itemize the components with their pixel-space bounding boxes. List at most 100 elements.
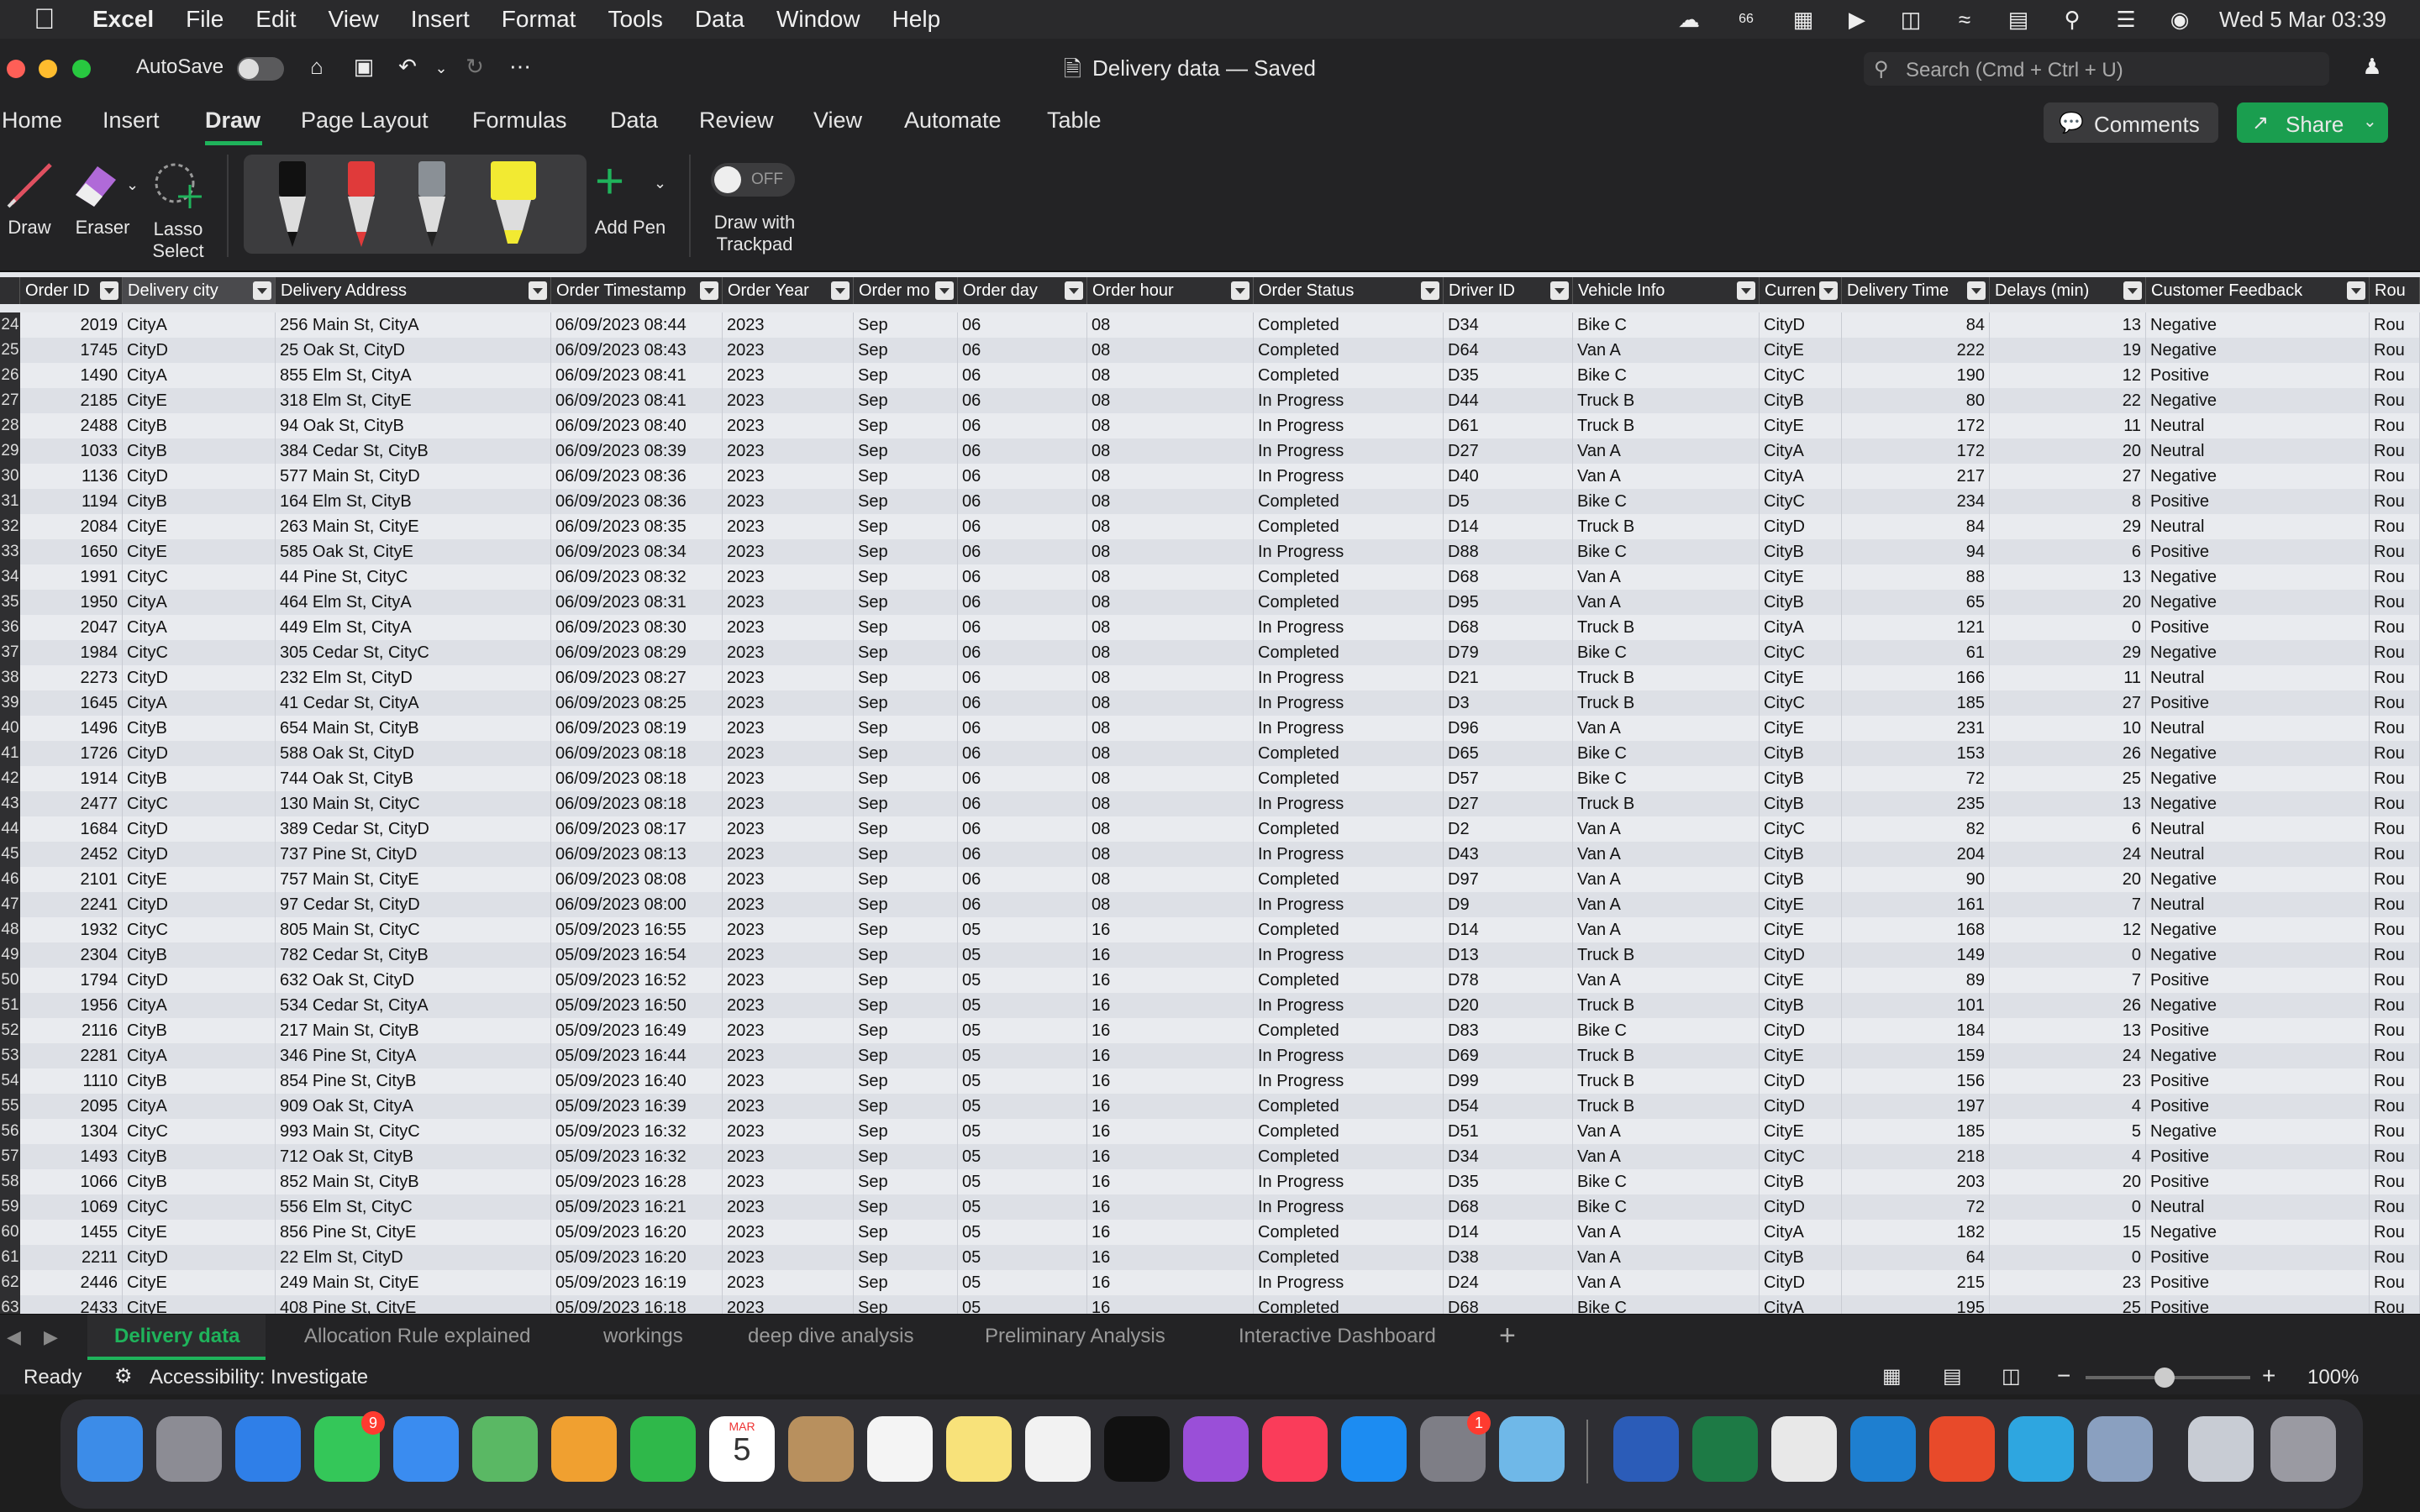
cell-delivery-time[interactable]: 149 — [1842, 942, 1990, 968]
row-number[interactable]: 35 — [0, 590, 20, 615]
cell-order-day[interactable]: 06 — [958, 615, 1087, 640]
cell-order-year[interactable]: 2023 — [723, 1295, 854, 1314]
minimize-window-button[interactable] — [39, 60, 57, 78]
cell-vehicle-info[interactable]: Truck B — [1573, 615, 1760, 640]
cell-order-id[interactable]: 1984 — [20, 640, 123, 665]
cell-order-id[interactable]: 1496 — [20, 716, 123, 741]
cell-delays[interactable]: 6 — [1990, 816, 2146, 842]
cell-order-hour[interactable]: 08 — [1087, 590, 1254, 615]
cell-customer-feedback[interactable]: Positive — [2146, 363, 2370, 388]
cell-customer-feedback[interactable]: Positive — [2146, 615, 2370, 640]
cell-delivery-city[interactable]: CityB — [123, 413, 276, 438]
add-sheet-icon[interactable]: + — [1499, 1320, 1516, 1352]
cell-customer-feedback[interactable]: Negative — [2146, 590, 2370, 615]
cell-order-month[interactable]: Sep — [854, 993, 958, 1018]
cell-order-year[interactable]: 2023 — [723, 766, 854, 791]
cell-route[interactable]: Rou — [2370, 993, 2420, 1018]
cell-order-timestamp[interactable]: 06/09/2023 08:08 — [551, 867, 723, 892]
cell-driver-id[interactable]: D14 — [1444, 1220, 1573, 1245]
clock[interactable]: Wed 5 Mar 03:39 — [2219, 7, 2386, 33]
cell-route[interactable]: Rou — [2370, 615, 2420, 640]
cell-order-month[interactable]: Sep — [854, 1018, 958, 1043]
system-settings-icon[interactable]: 1 — [1420, 1411, 1491, 1482]
cell-order-hour[interactable]: 08 — [1087, 489, 1254, 514]
cell-route[interactable]: Rou — [2370, 1169, 2420, 1194]
cell-vehicle-info[interactable]: Truck B — [1573, 942, 1760, 968]
cell-vehicle-info[interactable]: Van A — [1573, 816, 1760, 842]
cell-order-day[interactable]: 05 — [958, 1119, 1087, 1144]
cell-delivery-address[interactable]: 25 Oak St, CityD — [276, 338, 551, 363]
vscode-icon[interactable] — [1850, 1416, 1916, 1482]
filter-dropdown-icon[interactable] — [2347, 281, 2365, 300]
cell-order-hour[interactable]: 16 — [1087, 1194, 1254, 1220]
cell-delays[interactable]: 0 — [1990, 1194, 2146, 1220]
cell-order-timestamp[interactable]: 05/09/2023 16:21 — [551, 1194, 723, 1220]
row-number[interactable]: 28 — [0, 413, 20, 438]
cell-current-location[interactable]: CityE — [1760, 968, 1842, 993]
cell-delivery-city[interactable]: CityE — [123, 1295, 276, 1314]
cell-customer-feedback[interactable]: Negative — [2146, 640, 2370, 665]
cell-order-id[interactable]: 2116 — [20, 1018, 123, 1043]
cell-order-timestamp[interactable]: 05/09/2023 16:39 — [551, 1094, 723, 1119]
cell-order-timestamp[interactable]: 06/09/2023 08:41 — [551, 363, 723, 388]
cell-order-status[interactable]: In Progress — [1254, 892, 1444, 917]
menu-tools[interactable]: Tools — [608, 6, 662, 33]
accessibility-icon[interactable]: ⚙ — [114, 1364, 133, 1389]
row-number[interactable]: 51 — [0, 993, 20, 1018]
cell-order-timestamp[interactable]: 06/09/2023 08:18 — [551, 766, 723, 791]
cell-order-id[interactable]: 2433 — [20, 1295, 123, 1314]
monitor-badge-icon[interactable]: 66 — [1728, 7, 1764, 32]
normal-view-icon[interactable]: ▦ — [1882, 1364, 1902, 1389]
comments-button[interactable]: 💬 Comments — [2044, 102, 2218, 143]
menu-insert[interactable]: Insert — [411, 6, 470, 33]
cell-delivery-address[interactable]: 346 Pine St, CityA — [276, 1043, 551, 1068]
cell-delivery-address[interactable]: 97 Cedar St, CityD — [276, 892, 551, 917]
row-number[interactable]: 39 — [0, 690, 20, 716]
cell-delays[interactable]: 24 — [1990, 1043, 2146, 1068]
cell-order-year[interactable]: 2023 — [723, 539, 854, 564]
cell-delivery-time[interactable]: 101 — [1842, 993, 1990, 1018]
cell-order-id[interactable]: 1069 — [20, 1194, 123, 1220]
add-pen-dropdown-icon[interactable]: ⌄ — [654, 175, 666, 192]
downloads-folder-icon[interactable] — [2188, 1416, 2254, 1482]
cell-order-year[interactable]: 2023 — [723, 1169, 854, 1194]
car-icon[interactable]: ▤ — [2004, 7, 2033, 32]
cell-order-day[interactable]: 06 — [958, 514, 1087, 539]
cell-route[interactable]: Rou — [2370, 842, 2420, 867]
cell-order-hour[interactable]: 16 — [1087, 1220, 1254, 1245]
cell-order-hour[interactable]: 08 — [1087, 338, 1254, 363]
accessibility-status[interactable]: Accessibility: Investigate — [150, 1366, 368, 1389]
cell-order-id[interactable]: 2084 — [20, 514, 123, 539]
cell-driver-id[interactable]: D68 — [1444, 1295, 1573, 1314]
cell-order-id[interactable]: 2241 — [20, 892, 123, 917]
cell-order-hour[interactable]: 16 — [1087, 942, 1254, 968]
cell-delivery-address[interactable]: 556 Elm St, CityC — [276, 1194, 551, 1220]
cell-customer-feedback[interactable]: Neutral — [2146, 816, 2370, 842]
cell-delivery-city[interactable]: CityB — [123, 1169, 276, 1194]
cell-delays[interactable]: 13 — [1990, 791, 2146, 816]
sheet-tab-deep-dive[interactable]: deep dive analysis — [748, 1325, 913, 1348]
cell-vehicle-info[interactable]: Truck B — [1573, 690, 1760, 716]
tab-home[interactable]: Home — [2, 108, 62, 134]
cell-route[interactable]: Rou — [2370, 791, 2420, 816]
cell-order-status[interactable]: In Progress — [1254, 1194, 1444, 1220]
row-number[interactable]: 62 — [0, 1270, 20, 1295]
cell-order-year[interactable]: 2023 — [723, 1270, 854, 1295]
cell-current-location[interactable]: CityB — [1760, 388, 1842, 413]
cell-delays[interactable]: 29 — [1990, 640, 2146, 665]
cell-order-day[interactable]: 06 — [958, 867, 1087, 892]
cell-driver-id[interactable]: D61 — [1444, 413, 1573, 438]
cell-vehicle-info[interactable]: Van A — [1573, 338, 1760, 363]
row-number[interactable]: 38 — [0, 665, 20, 690]
cell-vehicle-info[interactable]: Bike C — [1573, 1295, 1760, 1314]
cell-order-day[interactable]: 05 — [958, 968, 1087, 993]
cell-order-year[interactable]: 2023 — [723, 640, 854, 665]
cell-order-status[interactable]: In Progress — [1254, 791, 1444, 816]
cell-order-day[interactable]: 06 — [958, 842, 1087, 867]
cell-order-month[interactable]: Sep — [854, 640, 958, 665]
cell-customer-feedback[interactable]: Negative — [2146, 312, 2370, 338]
cell-delivery-time[interactable]: 156 — [1842, 1068, 1990, 1094]
menu-view[interactable]: View — [329, 6, 379, 33]
cell-delivery-time[interactable]: 185 — [1842, 690, 1990, 716]
cell-driver-id[interactable]: D88 — [1444, 539, 1573, 564]
